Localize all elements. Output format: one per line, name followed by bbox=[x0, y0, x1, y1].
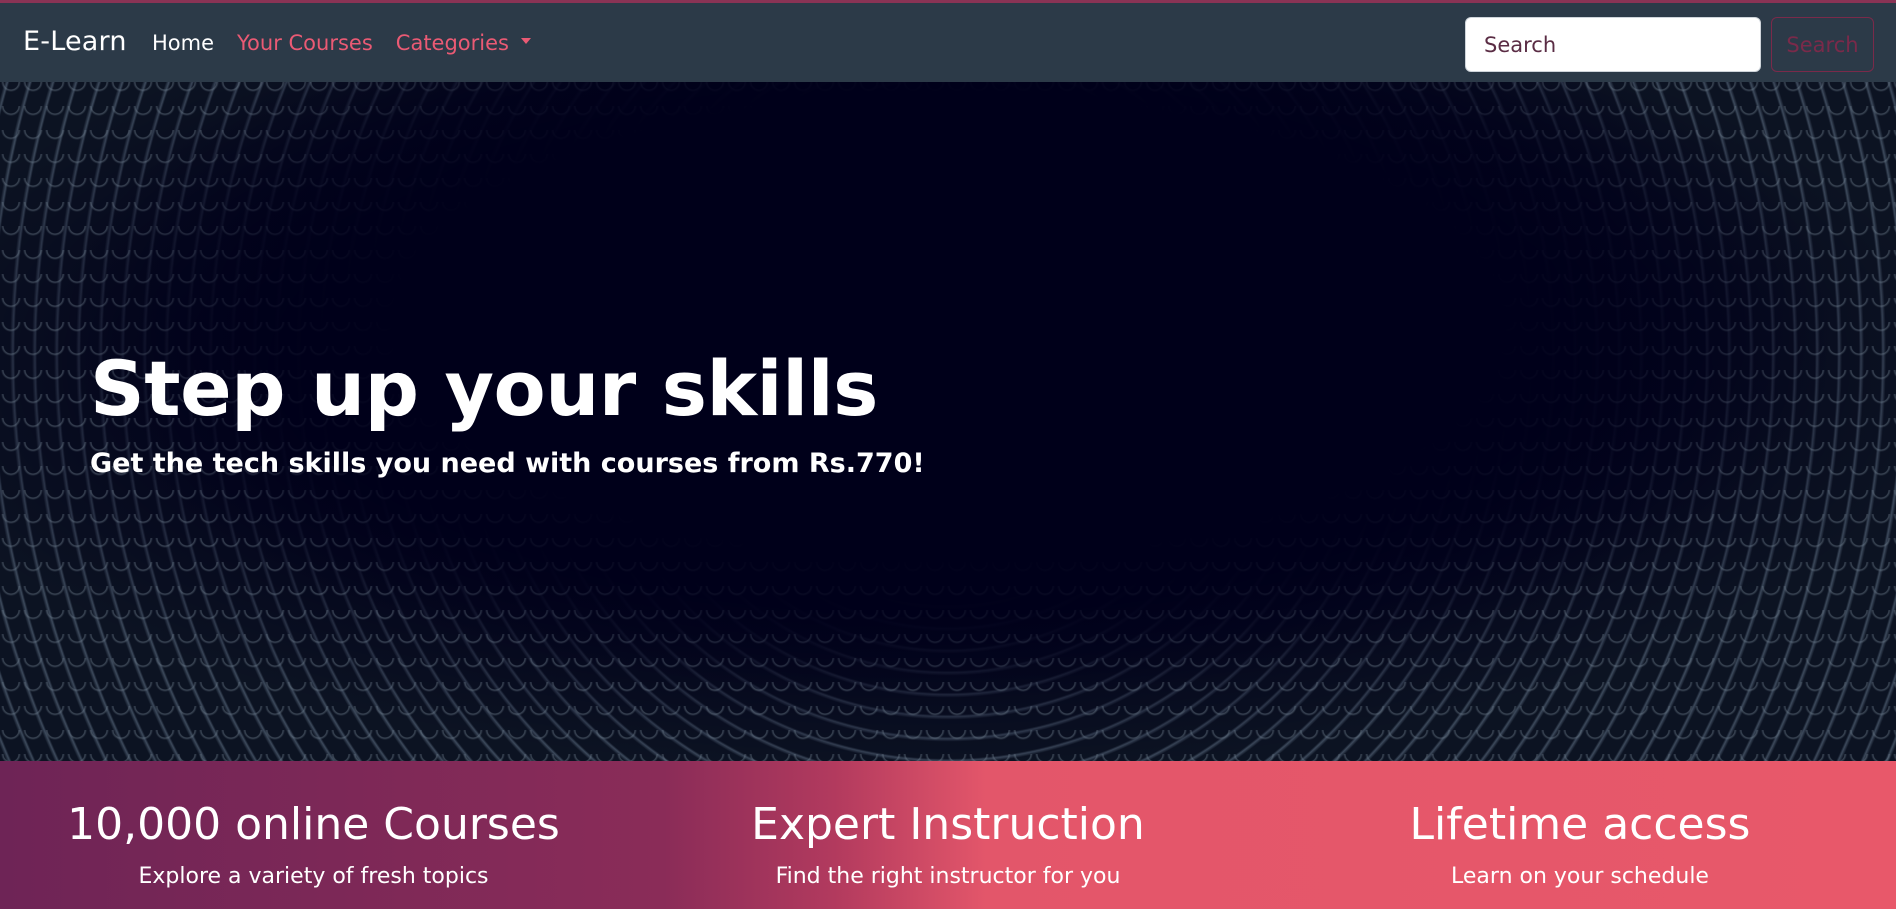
nav-link-home-label: Home bbox=[152, 31, 215, 55]
feature-instruction: Expert Instruction Find the right instru… bbox=[632, 761, 1264, 909]
nav-dropdown-categories[interactable]: Categories bbox=[396, 31, 531, 55]
brand-logo[interactable]: E-Learn bbox=[23, 26, 127, 57]
feature-courses: 10,000 online Courses Explore a variety … bbox=[0, 761, 632, 909]
top-navbar: E-Learn Home Your Courses Categories Sea… bbox=[0, 0, 1896, 82]
chevron-down-icon bbox=[520, 38, 531, 44]
feature-title: 10,000 online Courses bbox=[67, 799, 560, 850]
feature-title: Expert Instruction bbox=[751, 799, 1145, 850]
feature-description: Find the right instructor for you bbox=[775, 864, 1121, 889]
feature-lifetime-access: Lifetime access Learn on your schedule bbox=[1264, 761, 1896, 909]
features-strip: 10,000 online Courses Explore a variety … bbox=[0, 761, 1896, 909]
feature-description: Explore a variety of fresh topics bbox=[138, 864, 489, 889]
feature-title: Lifetime access bbox=[1409, 799, 1751, 850]
feature-description: Learn on your schedule bbox=[1451, 864, 1709, 889]
hero-banner: Step up your skills Get the tech skills … bbox=[0, 82, 1896, 761]
search-button[interactable]: Search bbox=[1771, 17, 1874, 72]
nav-link-home[interactable]: Home bbox=[152, 31, 214, 55]
nav-links: Home Your Courses Categories bbox=[152, 31, 554, 55]
nav-link-your-courses-label: Your Courses bbox=[237, 31, 373, 55]
hero-title: Step up your skills bbox=[90, 344, 878, 433]
hero-subtitle: Get the tech skills you need with course… bbox=[90, 448, 925, 479]
nav-link-your-courses[interactable]: Your Courses bbox=[237, 31, 373, 55]
nav-dropdown-categories-label: Categories bbox=[395, 31, 509, 55]
search-input[interactable] bbox=[1465, 17, 1761, 72]
